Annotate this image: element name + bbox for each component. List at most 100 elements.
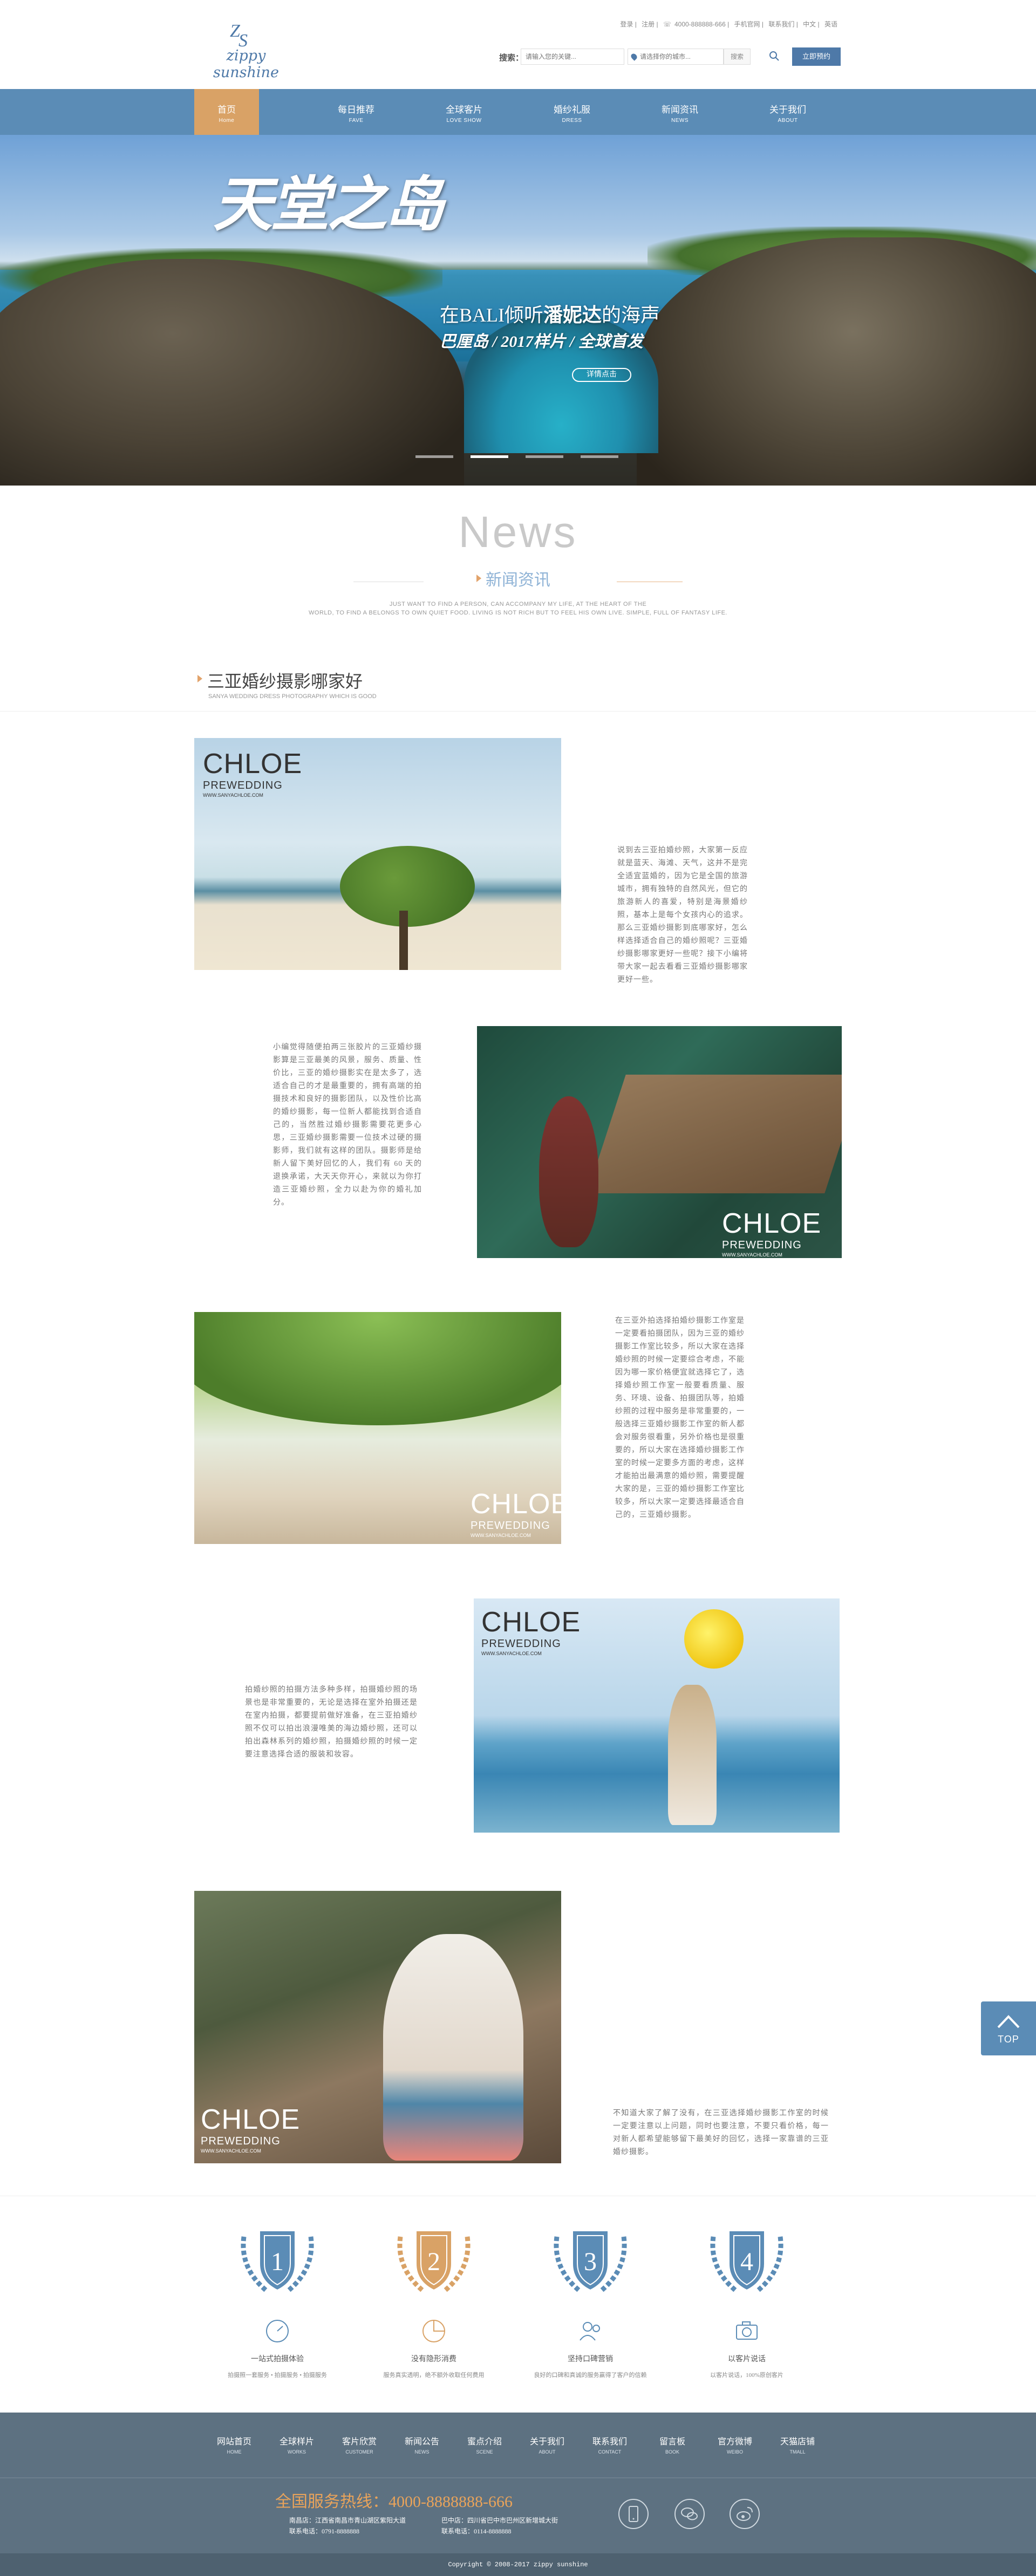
svg-text:4: 4 xyxy=(740,2247,753,2276)
feature-title: 没有隐形消费 xyxy=(411,2355,456,2363)
article-photo[interactable]: CHLOE PREWEDDING WWW.SANYACHLOE.COM xyxy=(194,1312,561,1544)
couple-shape xyxy=(668,1685,717,1825)
back-to-top-button[interactable]: TOP xyxy=(981,2001,1036,2055)
login-link[interactable]: 登录 xyxy=(620,21,633,28)
hotline: 全国服务热线：4000-8888888-666 xyxy=(275,2493,513,2511)
feature-title: 以客片说话 xyxy=(728,2355,766,2363)
caption-brand: CHLOE xyxy=(471,1488,561,1520)
article-text: 不知道大家了解了没有，在三亚选择婚纱摄影工作室的时候一定要注意以上问题，同时也要… xyxy=(613,2109,829,2156)
article-photo[interactable]: CHLOE PREWEDDING WWW.SANYACHLOE.COM xyxy=(477,1026,842,1258)
footer-link-weibo[interactable]: 官方微博 WEIBO xyxy=(708,2434,762,2455)
svg-text:3: 3 xyxy=(584,2247,597,2276)
footer-link-about[interactable]: 关于我们 ABOUT xyxy=(520,2434,574,2455)
section-title-text: 三亚婚纱摄影哪家好 xyxy=(207,672,363,691)
lang-en-link[interactable]: 英语 xyxy=(824,21,837,28)
chevron-up-icon xyxy=(997,2015,1020,2028)
phone-line: 联系电话：0114-8888888 xyxy=(441,2527,512,2535)
feature-desc: 拍摄照一套服务 • 拍摄服务 • 拍摄服务 xyxy=(228,2372,327,2379)
divider xyxy=(0,2477,1036,2478)
svg-text:2: 2 xyxy=(427,2247,440,2276)
footer: 网站首页 HOME 全球样片 WORKS 客片欣赏 CUSTOMER 新闻公告 NEWS… xyxy=(0,2413,1036,2576)
photo-caption: CHLOE PREWEDDING WWW.SANYACHLOE.COM xyxy=(201,2106,300,2154)
feature-word-of-mouth: 3 坚持口碑营销 良好的口碑和真诚的服务赢得了客户的信赖 xyxy=(526,2220,655,2399)
carousel-dot[interactable] xyxy=(581,455,618,458)
feature-title: 一站式拍摄体验 xyxy=(251,2355,304,2363)
section-title[interactable]: 三亚婚纱摄影哪家好 xyxy=(192,668,363,693)
article-photo[interactable]: CHLOE PREWEDDING WWW.SANYACHLOE.COM xyxy=(194,1891,561,2163)
caption-line2: PREWEDDING xyxy=(481,1638,561,1650)
feature-desc: 良好的口碑和真诚的服务赢得了客户的信赖 xyxy=(534,2372,647,2379)
svg-text:S: S xyxy=(238,31,248,49)
nav-item-dress[interactable]: 婚纱礼服 DRESS xyxy=(540,89,604,135)
phone-link[interactable]: 4000-888888-666 xyxy=(674,21,726,28)
book-now-button[interactable]: 立即预约 xyxy=(792,47,841,66)
feature-one-stop: 1 一站式拍摄体验 拍摄照一套服务 • 拍摄服务 • 拍摄服务 xyxy=(213,2220,342,2399)
search-label: 搜索： xyxy=(499,53,524,63)
feature-title: 坚持口碑营销 xyxy=(568,2355,613,2363)
footer-link-news[interactable]: 新闻公告 NEWS xyxy=(395,2434,449,2455)
carousel-dots xyxy=(415,455,621,459)
caption-brand: CHLOE xyxy=(201,2104,301,2135)
search-icon[interactable] xyxy=(769,51,780,62)
contact-link[interactable]: 联系我们 xyxy=(768,21,794,28)
register-link[interactable]: 注册 xyxy=(642,21,655,28)
photo-caption: CHLOE PREWEDDING WWW.SANYACHLOE.COM xyxy=(471,1490,561,1538)
photo-caption: CHLOE PREWEDDING WWW.SANYACHLOE.COM xyxy=(722,1210,821,1258)
carousel-dot[interactable] xyxy=(415,455,453,458)
divider xyxy=(0,711,1036,712)
nav-item-daily[interactable]: 每日推荐 FAVE xyxy=(324,89,388,135)
nav-item-news[interactable]: 新闻资讯 NEWS xyxy=(648,89,712,135)
couple-shape xyxy=(383,1934,523,2161)
laurel-badge-icon: 4 xyxy=(710,2231,783,2294)
dock-shape xyxy=(587,1075,842,1193)
top-links: 登录 | 注册 | ☏ 4000-888888-666 | 手机官网 | 联系我们… xyxy=(620,21,837,28)
footer-link-customer[interactable]: 客片欣赏 CUSTOMER xyxy=(332,2434,386,2455)
carousel-dot[interactable] xyxy=(526,455,563,458)
search-input[interactable] xyxy=(521,49,624,65)
wechat-icon[interactable] xyxy=(674,2499,705,2529)
main-nav: 首页 Home 每日推荐 FAVE 全球客片 LOVE SHOW 婚纱礼服 DR… xyxy=(0,89,1036,135)
nav-item-global-photos[interactable]: 全球客片 LOVE SHOW xyxy=(432,89,496,135)
caption-brand: CHLOE xyxy=(481,1607,581,1638)
caption-line3: WWW.SANYACHLOE.COM xyxy=(722,1252,782,1258)
footer-link-tmall[interactable]: 天猫店铺 TMALL xyxy=(771,2434,824,2455)
article-photo[interactable]: CHLOE PREWEDDING WWW.SANYACHLOE.COM xyxy=(194,738,561,970)
nav-item-home[interactable]: 首页 Home xyxy=(194,89,259,135)
footer-link-scene[interactable]: 蜜点介绍 SCENE xyxy=(458,2434,512,2455)
city-input[interactable] xyxy=(628,49,724,65)
tree-canopy-shape xyxy=(194,1312,561,1425)
mobile-site-link[interactable]: 手机官网 xyxy=(734,21,760,28)
banner-subtitle-prefix: 在BALI倾听 xyxy=(440,304,543,326)
caption-brand: CHLOE xyxy=(722,1208,822,1239)
caption-line3: WWW.SANYACHLOE.COM xyxy=(481,1651,542,1656)
footer-link-works[interactable]: 全球样片 WORKS xyxy=(270,2434,324,2455)
weibo-icon[interactable] xyxy=(730,2499,760,2529)
logo-text: zippy sunshine xyxy=(213,47,279,81)
gauge-icon xyxy=(266,2320,289,2342)
article-photo[interactable]: CHLOE PREWEDDING WWW.SANYACHLOE.COM xyxy=(474,1598,840,1833)
news-description: JUST WANT TO FIND A PERSON, CAN ACCOMPAN… xyxy=(0,600,1036,617)
banner-detail-button[interactable]: 详情点击 xyxy=(572,368,631,382)
query-button[interactable]: 搜索 xyxy=(724,49,751,65)
banner-subtitle-highlight: 潘妮达 xyxy=(543,304,602,326)
footer-link-contact[interactable]: 联系我们 CONTACT xyxy=(583,2434,637,2455)
news-subheading: 新闻资讯 xyxy=(486,571,550,589)
article-text: 在三亚外拍选择拍婚纱摄影工作室是一定要看拍摄团队，因为三亚的婚纱摄影工作室比较多… xyxy=(615,1317,745,1519)
carousel-dot[interactable] xyxy=(471,455,508,458)
footer-link-home[interactable]: 网站首页 HOME xyxy=(207,2434,261,2455)
caption-line2: PREWEDDING xyxy=(201,2135,281,2147)
phone-icon: ☏ xyxy=(663,21,671,28)
address-line: 南昌店：江西省南昌市青山湖区紫阳大道 xyxy=(289,2517,406,2524)
copyright: Copyright © 2008-2017 zippy sunshine xyxy=(0,2553,1036,2576)
caption-line3: WWW.SANYACHLOE.COM xyxy=(201,2148,261,2154)
nav-item-about[interactable]: 关于我们 ABOUT xyxy=(755,89,820,135)
mobile-icon[interactable] xyxy=(618,2499,649,2529)
logo[interactable]: Z S zippy sunshine xyxy=(192,16,300,81)
caption-line2: PREWEDDING xyxy=(722,1239,802,1251)
section-subtitle: SANYA WEDDING DRESS PHOTOGRAPHY WHICH IS… xyxy=(208,693,377,700)
lang-cn-link[interactable]: 中文 xyxy=(803,21,816,28)
news-desc-line-2: WORLD, TO FIND A BELONGS TO OWN QUIET FO… xyxy=(309,610,727,616)
users-icon xyxy=(580,2322,600,2341)
feature-customer-photos: 4 以客片说话 以客片说话，100%原创客片 xyxy=(682,2220,812,2399)
footer-link-book[interactable]: 留言板 BOOK xyxy=(645,2434,699,2455)
